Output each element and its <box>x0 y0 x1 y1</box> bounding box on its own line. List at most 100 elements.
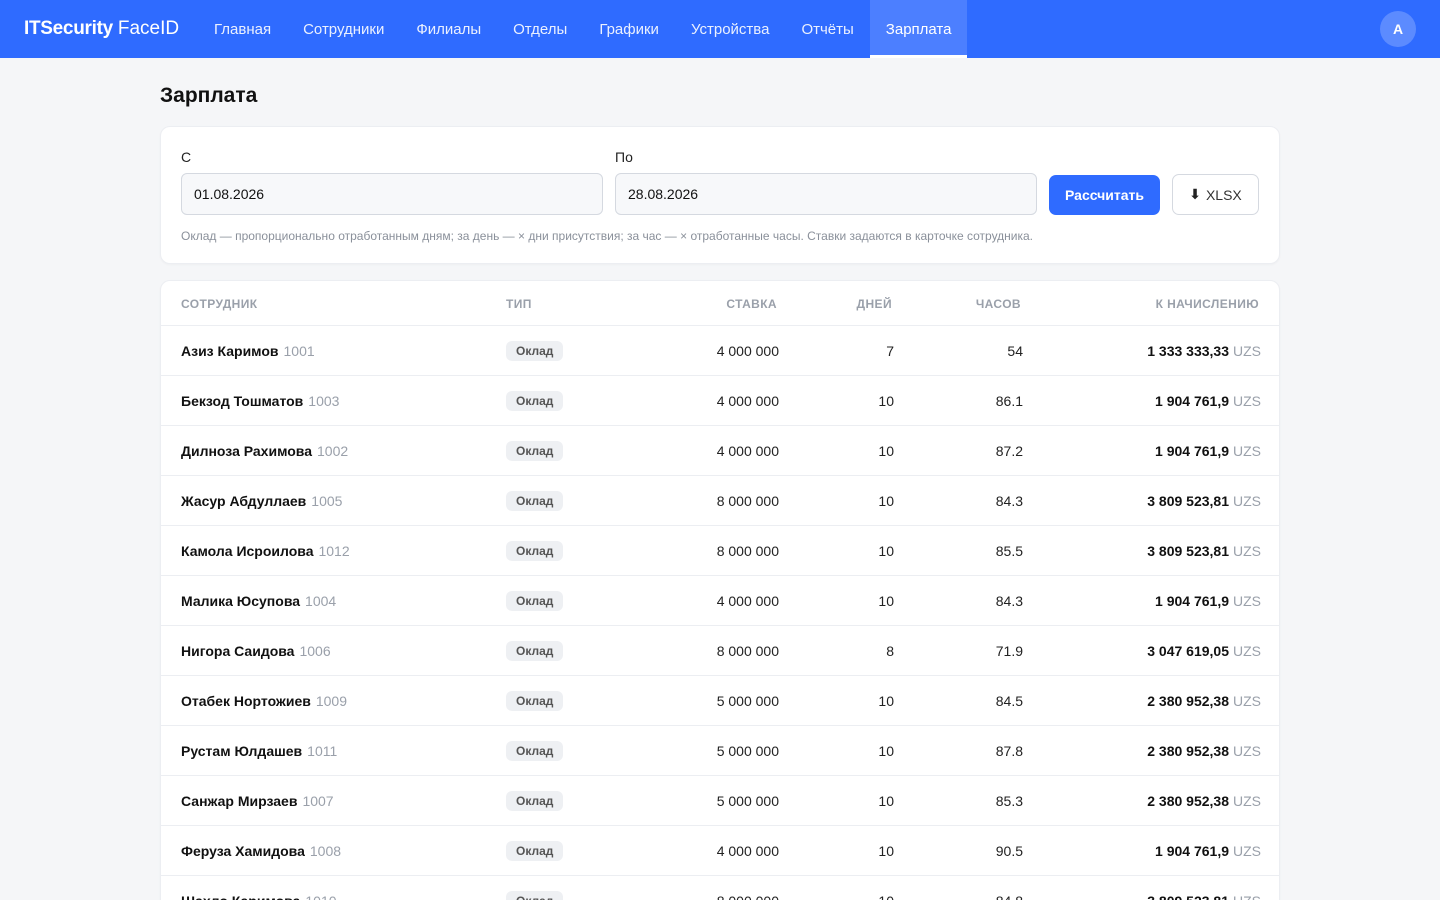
days-cell: 10 <box>878 743 894 759</box>
rate-cell: 4 000 000 <box>716 843 779 859</box>
payout-cell: 3 809 523,81UZS <box>1147 526 1261 576</box>
main-nav: Главная Сотрудники Филиалы Отделы График… <box>198 0 968 58</box>
days-cell: 10 <box>878 443 894 459</box>
payout-currency: UZS <box>1233 443 1261 459</box>
hours-cell: 84.3 <box>995 593 1023 609</box>
column-header-employee[interactable]: Сотрудник <box>181 297 258 311</box>
hours-cell: 84.8 <box>996 876 1023 900</box>
from-date-input[interactable] <box>181 173 603 215</box>
table-row[interactable]: Нигора Саидова 1006 Оклад 8 000 000 8 71.9 3 0… <box>161 626 1279 676</box>
payout-cell: 1 333 333,33 UZS <box>1147 326 1261 376</box>
type-cell: Оклад <box>506 576 564 626</box>
type-cell: Оклад <box>506 526 564 576</box>
table-row[interactable]: Жасур Абдуллаев 1005 Оклад 8 000 000 10 84.3 3… <box>161 476 1279 526</box>
column-header-rate[interactable]: Ставка <box>726 297 777 311</box>
payout-cell: 2 380 952,38 UZS <box>1147 776 1261 826</box>
table-row[interactable]: Феруза Хамидова 1008 Оклад 4 000 000 10 90.5 1… <box>161 826 1279 876</box>
employee-cell: Феруза Хамидова 1008 <box>181 826 341 876</box>
calculate-button[interactable]: Рассчитать <box>1049 175 1160 215</box>
employee-name[interactable]: Жасур Абдуллаев <box>181 493 306 509</box>
payout-amount: 3 047 619,05 <box>1147 643 1229 659</box>
employee-name[interactable]: Рустам Юлдашев <box>181 743 302 759</box>
type-cell: Оклад <box>506 876 564 900</box>
table-row[interactable]: Малика Юсупова 1004 Оклад 4 000 000 10 84.3 1 … <box>161 576 1279 626</box>
column-header-payout[interactable]: К начислению <box>1156 297 1259 311</box>
nav-item-reports[interactable]: Отчёты <box>785 0 869 58</box>
payout-amount: 3 809 523,81 <box>1147 493 1229 509</box>
payout-currency: UZS <box>1233 543 1261 559</box>
nav-item-salary[interactable]: Зарплата <box>869 0 968 58</box>
rate-cell: 5 000 000 <box>716 693 779 709</box>
nav-item-branches[interactable]: Филиалы <box>400 0 497 58</box>
brand-logo[interactable]: ITSecurity FaceID <box>0 0 198 58</box>
payout-amount: 2 380 952,38 <box>1147 693 1229 709</box>
employee-name[interactable]: Малика Юсупова <box>181 593 300 609</box>
employee-cell: Азиз Каримов 1001 <box>181 326 315 376</box>
employee-code: 1006 <box>299 643 331 659</box>
table-row[interactable]: Бекзод Тошматов 1003 Оклад 4 000 000 10 86.1 1… <box>161 376 1279 426</box>
table-row[interactable]: Камола Исроилова 1012 Оклад 8 000 000 10 85.5… <box>161 526 1279 576</box>
employee-code: 1001 <box>283 343 315 359</box>
column-header-hours[interactable]: Часов <box>976 297 1021 311</box>
employee-name[interactable]: Феруза Хамидова <box>181 843 305 859</box>
days-cell: 10 <box>878 543 894 559</box>
to-date-input[interactable] <box>615 173 1037 215</box>
table-row[interactable]: Шахло Каримова 1010 Оклад 8 000 000 10 84.8 3 … <box>161 876 1279 900</box>
table-row[interactable]: Санжар Мирзаев 1007 Оклад 5 000 000 10 85.3 2 … <box>161 776 1279 826</box>
employee-name[interactable]: Отабек Нортожиев <box>181 693 311 709</box>
payout-amount: 2 380 952,38 <box>1147 793 1229 809</box>
pay-type-badge: Оклад <box>506 891 564 900</box>
employee-cell: Камола Исроилова 1012 <box>181 526 350 576</box>
payout-cell: 2 380 952,38 UZS <box>1147 676 1261 726</box>
nav-item-home[interactable]: Главная <box>198 0 287 58</box>
hours-cell: 87.8 <box>995 743 1023 759</box>
payout-amount: 3 809 523,81 <box>1147 893 1229 900</box>
from-date-label: С <box>181 149 192 165</box>
user-avatar[interactable]: A <box>1380 11 1416 47</box>
employee-name[interactable]: Шахло Каримова <box>181 893 300 900</box>
type-cell: Оклад <box>506 676 564 726</box>
payout-cell: 1 904 761,9 UZS <box>1155 376 1261 426</box>
table-row[interactable]: Азиз Каримов 1001 Оклад 4 000 000 7 54 1 333 3… <box>161 326 1279 376</box>
nav-item-schedules[interactable]: Графики <box>583 0 675 58</box>
employee-code: 1005 <box>311 493 343 509</box>
table-row[interactable]: Отабек Нортожиев 1009 Оклад 5 000 000 10 84.5… <box>161 676 1279 726</box>
employee-cell: Дилноза Рахимова 1002 <box>181 426 348 476</box>
rate-cell: 5 000 000 <box>716 793 779 809</box>
table-row[interactable]: Дилноза Рахимова 1002 Оклад 4 000 000 10 87.2… <box>161 426 1279 476</box>
hours-cell: 85.3 <box>995 793 1023 809</box>
payout-cell: 1 904 761,9 UZS <box>1155 826 1261 876</box>
payout-amount: 3 809 523,81 <box>1147 543 1229 559</box>
hours-cell: 84.3 <box>995 493 1023 509</box>
employee-name[interactable]: Бекзод Тошматов <box>181 393 303 409</box>
rate-cell: 4 000 000 <box>716 443 779 459</box>
days-cell: 10 <box>878 493 894 509</box>
payout-cell: 1 904 761,9 UZS <box>1155 576 1261 626</box>
employee-name[interactable]: Санжар Мирзаев <box>181 793 297 809</box>
employee-code: 1009 <box>315 693 348 709</box>
days-cell: 10 <box>878 593 894 609</box>
days-cell: 10 <box>878 393 894 409</box>
employee-code: 1011 <box>307 743 338 759</box>
export-xlsx-button[interactable]: ⬇ XLSX <box>1172 174 1259 215</box>
nav-item-devices[interactable]: Устройства <box>675 0 785 58</box>
pay-type-badge: Оклад <box>506 591 564 611</box>
employee-name[interactable]: Нигора Саидова <box>181 643 294 659</box>
brand-name: ITSecurity <box>24 18 113 39</box>
column-header-type[interactable]: Тип <box>506 297 532 311</box>
nav-item-employees[interactable]: Сотрудники <box>287 0 400 58</box>
column-header-days[interactable]: Дней <box>857 297 892 311</box>
employee-name[interactable]: Дилноза Рахимова <box>181 443 312 459</box>
hours-cell: 87.2 <box>995 443 1023 459</box>
days-cell: 10 <box>878 876 894 900</box>
table-row[interactable]: Рустам Юлдашев 1011 Оклад 5 000 000 10 87.8 2 … <box>161 726 1279 776</box>
payout-cell: 3 047 619,05 UZS <box>1147 626 1261 676</box>
type-cell: Оклад <box>506 626 564 676</box>
employee-name[interactable]: Камола Исроилова <box>181 543 313 559</box>
type-cell: Оклад <box>506 326 564 376</box>
employee-code: 1002 <box>317 443 349 459</box>
payout-amount: 2 380 952,38 <box>1147 743 1229 759</box>
nav-item-departments[interactable]: Отделы <box>497 0 583 58</box>
employee-name[interactable]: Азиз Каримов <box>181 343 279 359</box>
payout-currency: UZS <box>1233 493 1261 509</box>
